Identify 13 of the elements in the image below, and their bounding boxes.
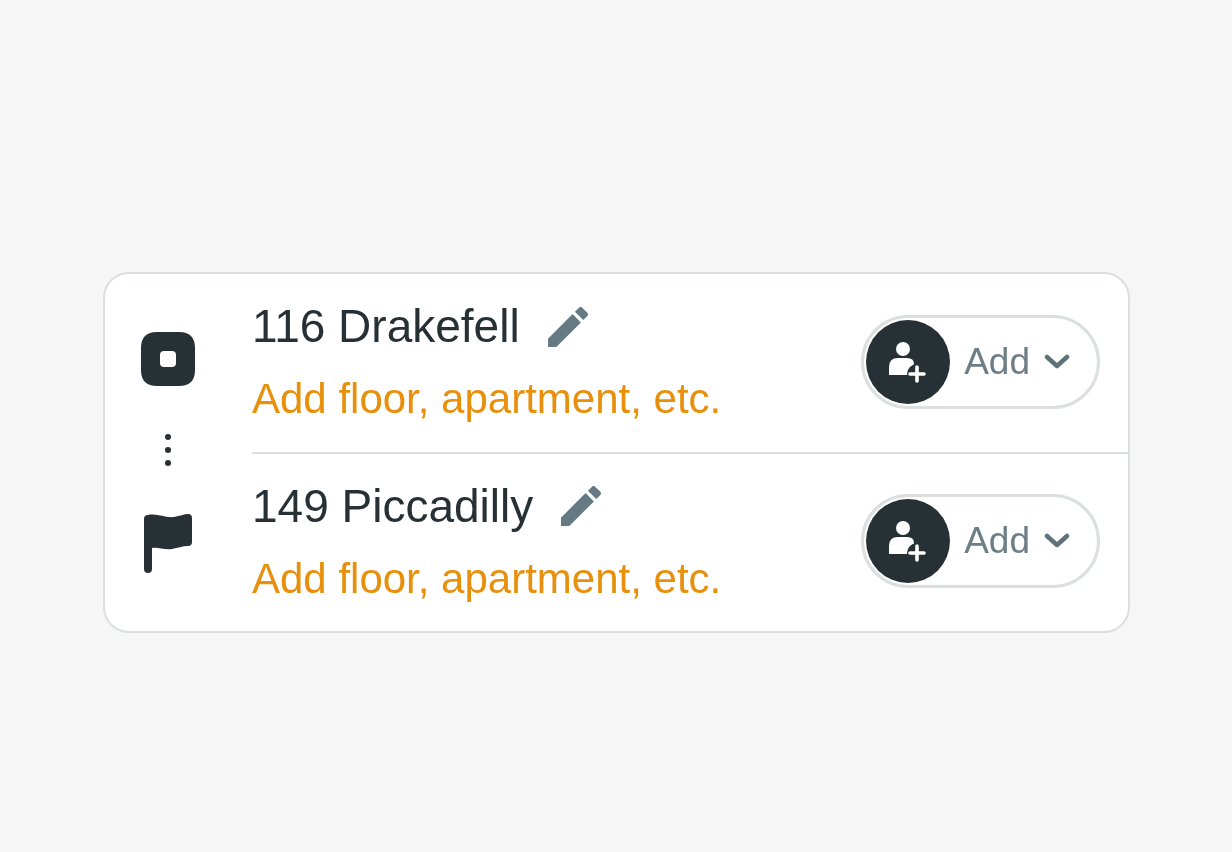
add-button[interactable]: Add <box>861 314 1100 409</box>
add-button[interactable]: Add <box>861 494 1100 589</box>
address-text: 116 Drakefell <box>252 299 520 354</box>
chevron-down-icon <box>1044 353 1070 370</box>
vertical-dots-icon <box>165 434 171 467</box>
address-text: 149 Piccadilly <box>252 478 534 534</box>
add-details-link[interactable]: Add floor, apartment, etc. <box>252 374 722 425</box>
add-details-link[interactable]: Add floor, apartment, etc. <box>252 553 722 605</box>
add-person-icon <box>866 499 951 584</box>
pencil-icon[interactable] <box>561 486 602 527</box>
add-person-icon <box>866 319 951 404</box>
chevron-down-icon <box>1044 533 1070 550</box>
pencil-icon[interactable] <box>547 306 588 347</box>
